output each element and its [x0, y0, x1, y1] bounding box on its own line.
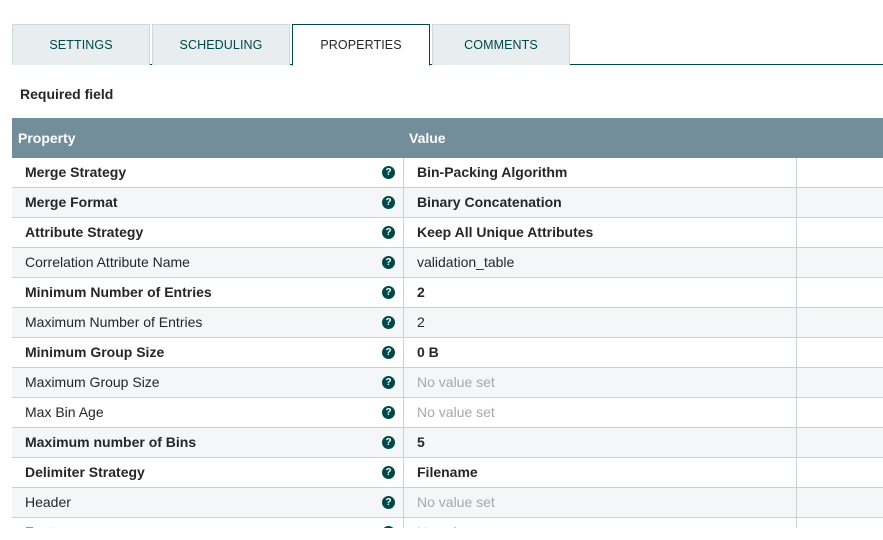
property-value[interactable]: Bin-Packing Algorithm: [417, 158, 567, 187]
property-value[interactable]: Filename: [417, 458, 478, 487]
column-divider: [403, 278, 404, 307]
property-name: Maximum Group Size: [25, 374, 160, 390]
table-header: Property Value: [12, 118, 883, 158]
question-circle-icon[interactable]: ?: [382, 226, 395, 239]
column-divider: [796, 278, 797, 307]
property-name: Merge Strategy: [25, 164, 127, 180]
question-circle-icon[interactable]: ?: [382, 166, 395, 179]
column-divider: [796, 158, 797, 187]
tab-settings[interactable]: SETTINGS: [12, 24, 150, 65]
property-value[interactable]: Binary Concatenation: [417, 188, 562, 217]
column-divider: [796, 308, 797, 337]
column-divider: [403, 248, 404, 277]
column-divider: [403, 218, 404, 247]
property-value[interactable]: 2: [417, 278, 425, 307]
question-circle-icon[interactable]: ?: [382, 436, 395, 449]
property-name: Maximum Number of Entries: [25, 314, 203, 330]
question-circle-icon[interactable]: ?: [382, 496, 395, 509]
column-header-property[interactable]: Property: [18, 118, 76, 158]
column-divider: [403, 158, 404, 187]
table-row[interactable]: Minimum Number of Entries? 2: [12, 278, 883, 308]
tab-comments[interactable]: COMMENTS: [432, 24, 570, 65]
property-name: Correlation Attribute Name: [25, 254, 190, 270]
column-divider: [796, 518, 797, 528]
property-value[interactable]: validation_table: [417, 248, 514, 277]
table-row[interactable]: Attribute Strategy? Keep All Unique Attri…: [12, 218, 883, 248]
table-row[interactable]: Merge Format? Binary Concatenation: [12, 188, 883, 218]
column-divider: [403, 188, 404, 217]
property-name: Maximum number of Bins: [25, 434, 197, 450]
column-divider: [796, 338, 797, 367]
table-row[interactable]: Max Bin Age? No value set: [12, 398, 883, 428]
question-circle-icon[interactable]: ?: [382, 196, 395, 209]
table-row[interactable]: Footer? No value set: [12, 518, 883, 528]
question-circle-icon[interactable]: ?: [382, 406, 395, 419]
table-row[interactable]: Maximum Group Size? No value set: [12, 368, 883, 398]
property-name: Delimiter Strategy: [25, 464, 145, 480]
column-divider: [403, 398, 404, 427]
property-value[interactable]: No value set: [417, 488, 495, 517]
column-divider: [796, 428, 797, 457]
column-divider: [796, 218, 797, 247]
property-value[interactable]: 5: [417, 428, 425, 457]
table-row[interactable]: Maximum number of Bins? 5: [12, 428, 883, 458]
question-circle-icon[interactable]: ?: [382, 346, 395, 359]
column-divider: [403, 338, 404, 367]
table-row[interactable]: Minimum Group Size? 0 B: [12, 338, 883, 368]
column-divider: [796, 188, 797, 217]
column-divider: [796, 488, 797, 517]
property-value[interactable]: No value set: [417, 398, 495, 427]
property-name: Merge Format: [25, 194, 118, 210]
property-value[interactable]: Keep All Unique Attributes: [417, 218, 593, 247]
column-divider: [403, 368, 404, 397]
table-row[interactable]: Header? No value set: [12, 488, 883, 518]
column-header-value[interactable]: Value: [409, 118, 446, 158]
property-name: Minimum Group Size: [25, 344, 165, 360]
question-circle-icon[interactable]: ?: [382, 256, 395, 269]
property-name: Footer: [25, 518, 65, 528]
property-value[interactable]: No value set: [417, 368, 495, 397]
tab-scheduling[interactable]: SCHEDULING: [152, 24, 290, 65]
table-row[interactable]: Correlation Attribute Name? validation_ta…: [12, 248, 883, 278]
column-divider: [796, 458, 797, 487]
column-divider: [796, 398, 797, 427]
property-name: Header: [25, 494, 71, 510]
property-name: Attribute Strategy: [25, 224, 144, 240]
column-divider: [403, 428, 404, 457]
question-circle-icon[interactable]: ?: [382, 376, 395, 389]
question-circle-icon[interactable]: ?: [382, 316, 395, 329]
column-divider: [403, 488, 404, 517]
property-value[interactable]: No value set: [417, 518, 495, 528]
table-row[interactable]: Delimiter Strategy? Filename: [12, 458, 883, 488]
question-circle-icon[interactable]: ?: [382, 526, 395, 528]
column-divider: [403, 458, 404, 487]
column-divider: [403, 518, 404, 528]
property-name: Max Bin Age: [25, 404, 104, 420]
tab-properties[interactable]: PROPERTIES: [292, 24, 430, 66]
table-row[interactable]: Merge Strategy? Bin-Packing Algorithm: [12, 158, 883, 188]
tab-bar: SETTINGS SCHEDULING PROPERTIES COMMENTS: [12, 24, 883, 66]
question-circle-icon[interactable]: ?: [382, 286, 395, 299]
property-name: Minimum Number of Entries: [25, 284, 212, 300]
properties-table: Property Value Merge Strategy? Bin-Packin…: [12, 118, 883, 528]
required-field-legend: Required field: [20, 86, 114, 102]
column-divider: [403, 308, 404, 337]
question-circle-icon[interactable]: ?: [382, 466, 395, 479]
property-value[interactable]: 2: [417, 308, 425, 337]
property-value[interactable]: 0 B: [417, 338, 439, 367]
column-divider: [796, 248, 797, 277]
table-row[interactable]: Maximum Number of Entries? 2: [12, 308, 883, 338]
column-divider: [796, 368, 797, 397]
